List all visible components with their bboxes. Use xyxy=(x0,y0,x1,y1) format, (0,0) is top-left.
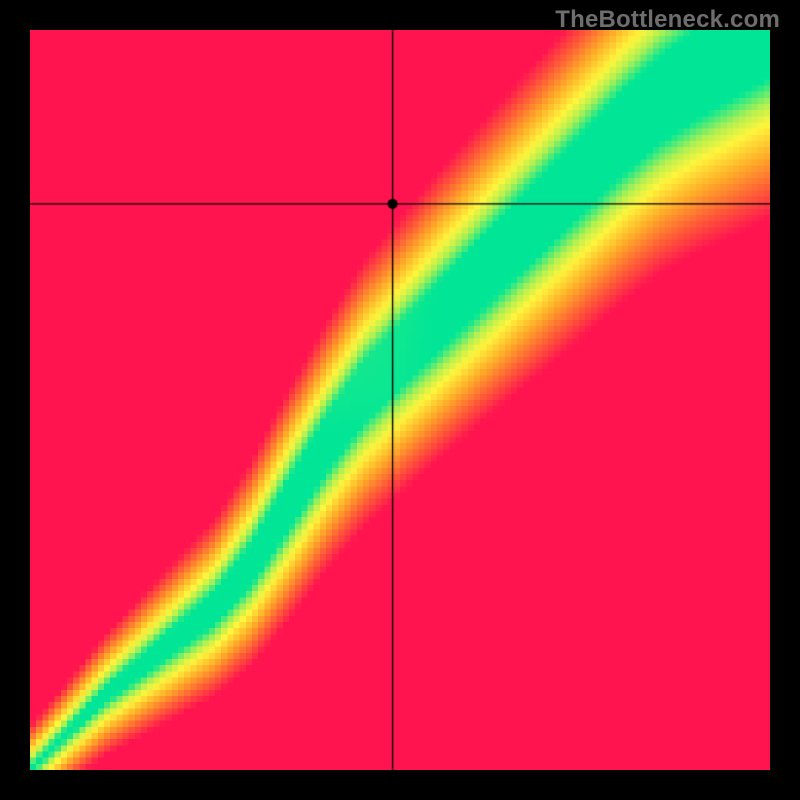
crosshair-overlay xyxy=(0,0,800,800)
watermark-text: TheBottleneck.com xyxy=(555,6,780,34)
chart-stage: TheBottleneck.com xyxy=(0,0,800,800)
